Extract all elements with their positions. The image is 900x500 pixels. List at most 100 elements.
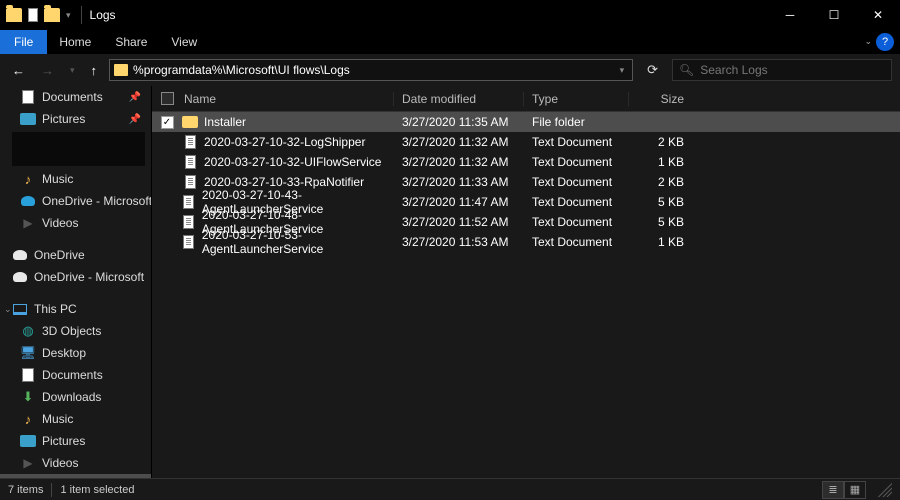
downloads-icon: ⬇ <box>23 389 34 405</box>
pc-icon <box>13 304 27 315</box>
search-placeholder: Search Logs <box>700 63 767 77</box>
menu-view[interactable]: View <box>159 30 209 54</box>
file-list[interactable]: Name Date modified Type Size ✓ Installer… <box>152 86 900 478</box>
chevron-down-icon[interactable]: ▾ <box>66 10 71 21</box>
view-icons-button[interactable]: ▦ <box>844 481 866 499</box>
file-size: 5 KB <box>629 195 694 209</box>
nav-redacted-block <box>12 132 145 166</box>
text-file-icon <box>185 155 196 169</box>
refresh-button[interactable]: ⟳ <box>641 62 664 78</box>
view-details-button[interactable]: ≣ <box>822 481 844 499</box>
file-name: 2020-03-27-10-32-UIFlowService <box>204 155 381 169</box>
pictures-icon <box>20 113 36 125</box>
nav-back-button[interactable]: ← <box>8 63 29 78</box>
pin-icon: 📌 <box>129 114 141 125</box>
file-date: 3/27/2020 11:33 AM <box>394 175 524 189</box>
file-row[interactable]: 2020-03-27-10-53-AgentLauncherService 3/… <box>152 232 900 252</box>
chevron-down-icon[interactable]: ⌄ <box>4 304 12 315</box>
address-input-wrapper[interactable]: ▾ <box>109 59 633 81</box>
file-type: Text Document <box>524 175 629 189</box>
desktop-icon: 🖥 <box>20 345 37 361</box>
videos-icon: ▶ <box>23 456 32 470</box>
file-type: Text Document <box>524 215 629 229</box>
nav-item[interactable]: Documents <box>0 364 151 386</box>
maximize-button[interactable]: ☐ <box>812 0 856 30</box>
column-date[interactable]: Date modified <box>394 92 524 106</box>
minimize-button[interactable]: ─ <box>768 0 812 30</box>
text-file-icon <box>183 215 194 229</box>
onedrive-icon <box>13 272 27 282</box>
column-size[interactable]: Size <box>629 92 694 106</box>
nav-item[interactable]: 🖥Desktop <box>0 342 151 364</box>
file-type: Text Document <box>524 195 629 209</box>
nav-item[interactable]: ◍3D Objects <box>0 320 151 342</box>
nav-forward-button[interactable]: → <box>37 63 58 78</box>
file-row[interactable]: ✓ Installer 3/27/2020 11:35 AM File fold… <box>152 112 900 132</box>
ribbon-collapse-icon[interactable]: ⌄ <box>864 36 872 47</box>
documents-icon <box>22 368 34 382</box>
row-checkbox[interactable]: ✓ <box>161 116 174 129</box>
nav-item[interactable]: Documents📌 <box>0 86 151 108</box>
onedrive-icon <box>13 250 27 260</box>
separator <box>81 6 82 24</box>
file-date: 3/27/2020 11:35 AM <box>394 115 524 129</box>
titlebar: ▾ Logs ─ ☐ ✕ <box>0 0 900 30</box>
nav-item[interactable]: ▶Videos <box>0 212 151 234</box>
nav-item[interactable]: ♪Music <box>0 168 151 190</box>
address-input[interactable] <box>133 63 616 77</box>
status-bar: 7 items 1 item selected ≣ ▦ <box>0 478 900 500</box>
music-icon: ♪ <box>25 172 32 187</box>
music-icon: ♪ <box>25 412 32 427</box>
onedrive-icon <box>21 196 35 206</box>
window-title: Logs <box>86 8 116 22</box>
search-box[interactable]: 🔍︎ Search Logs <box>672 59 892 81</box>
nav-item[interactable]: Pictures <box>0 430 151 452</box>
menu-file[interactable]: File <box>0 30 47 54</box>
separator <box>51 483 52 497</box>
menu-home[interactable]: Home <box>47 30 103 54</box>
file-row[interactable]: 2020-03-27-10-32-LogShipper 3/27/2020 11… <box>152 132 900 152</box>
text-file-icon <box>183 195 194 209</box>
menu-share[interactable]: Share <box>103 30 159 54</box>
recent-locations-button[interactable]: ▾ <box>66 65 79 76</box>
nav-item[interactable]: Pictures📌 <box>0 108 151 130</box>
column-checkbox[interactable] <box>152 92 182 105</box>
folder-icon <box>6 8 22 22</box>
file-size: 2 KB <box>629 175 694 189</box>
file-type: Text Document <box>524 155 629 169</box>
ribbon-menubar: File Home Share View ⌄ ? <box>0 30 900 54</box>
file-type: File folder <box>524 115 629 129</box>
navigation-pane[interactable]: Documents📌Pictures📌 ♪MusicOneDrive - Mic… <box>0 86 152 478</box>
nav-item[interactable]: ♪Music <box>0 408 151 430</box>
pin-icon: 📌 <box>129 92 141 103</box>
file-size: 1 KB <box>629 235 694 249</box>
column-name[interactable]: Name <box>182 92 394 106</box>
videos-icon: ▶ <box>23 216 32 230</box>
text-file-icon <box>183 235 194 249</box>
file-type: Text Document <box>524 235 629 249</box>
text-file-icon <box>185 175 196 189</box>
file-date: 3/27/2020 11:47 AM <box>394 195 524 209</box>
file-name: 2020-03-27-10-33-RpaNotifier <box>204 175 364 189</box>
documents-icon <box>22 90 34 104</box>
file-date: 3/27/2020 11:32 AM <box>394 155 524 169</box>
status-selection-count: 1 item selected <box>60 484 134 496</box>
file-type: Text Document <box>524 135 629 149</box>
nav-item[interactable]: OneDrive - Microsoft <box>0 190 151 212</box>
help-button[interactable]: ? <box>876 33 894 51</box>
resize-grip[interactable] <box>878 483 892 497</box>
nav-item[interactable]: OneDrive - Microsoft <box>0 266 151 288</box>
nav-item[interactable]: ⬇Downloads <box>0 386 151 408</box>
text-file-icon <box>185 135 196 149</box>
nav-this-pc[interactable]: ⌄ This PC <box>0 298 151 320</box>
address-dropdown-icon[interactable]: ▾ <box>616 65 629 76</box>
nav-up-button[interactable]: ↑ <box>87 63 102 78</box>
file-size: 1 KB <box>629 155 694 169</box>
folder-icon <box>44 8 60 22</box>
file-row[interactable]: 2020-03-27-10-32-UIFlowService 3/27/2020… <box>152 152 900 172</box>
close-button[interactable]: ✕ <box>856 0 900 30</box>
column-type[interactable]: Type <box>524 92 629 106</box>
nav-item[interactable]: OneDrive <box>0 244 151 266</box>
file-date: 3/27/2020 11:53 AM <box>394 235 524 249</box>
nav-item[interactable]: ▶Videos <box>0 452 151 474</box>
